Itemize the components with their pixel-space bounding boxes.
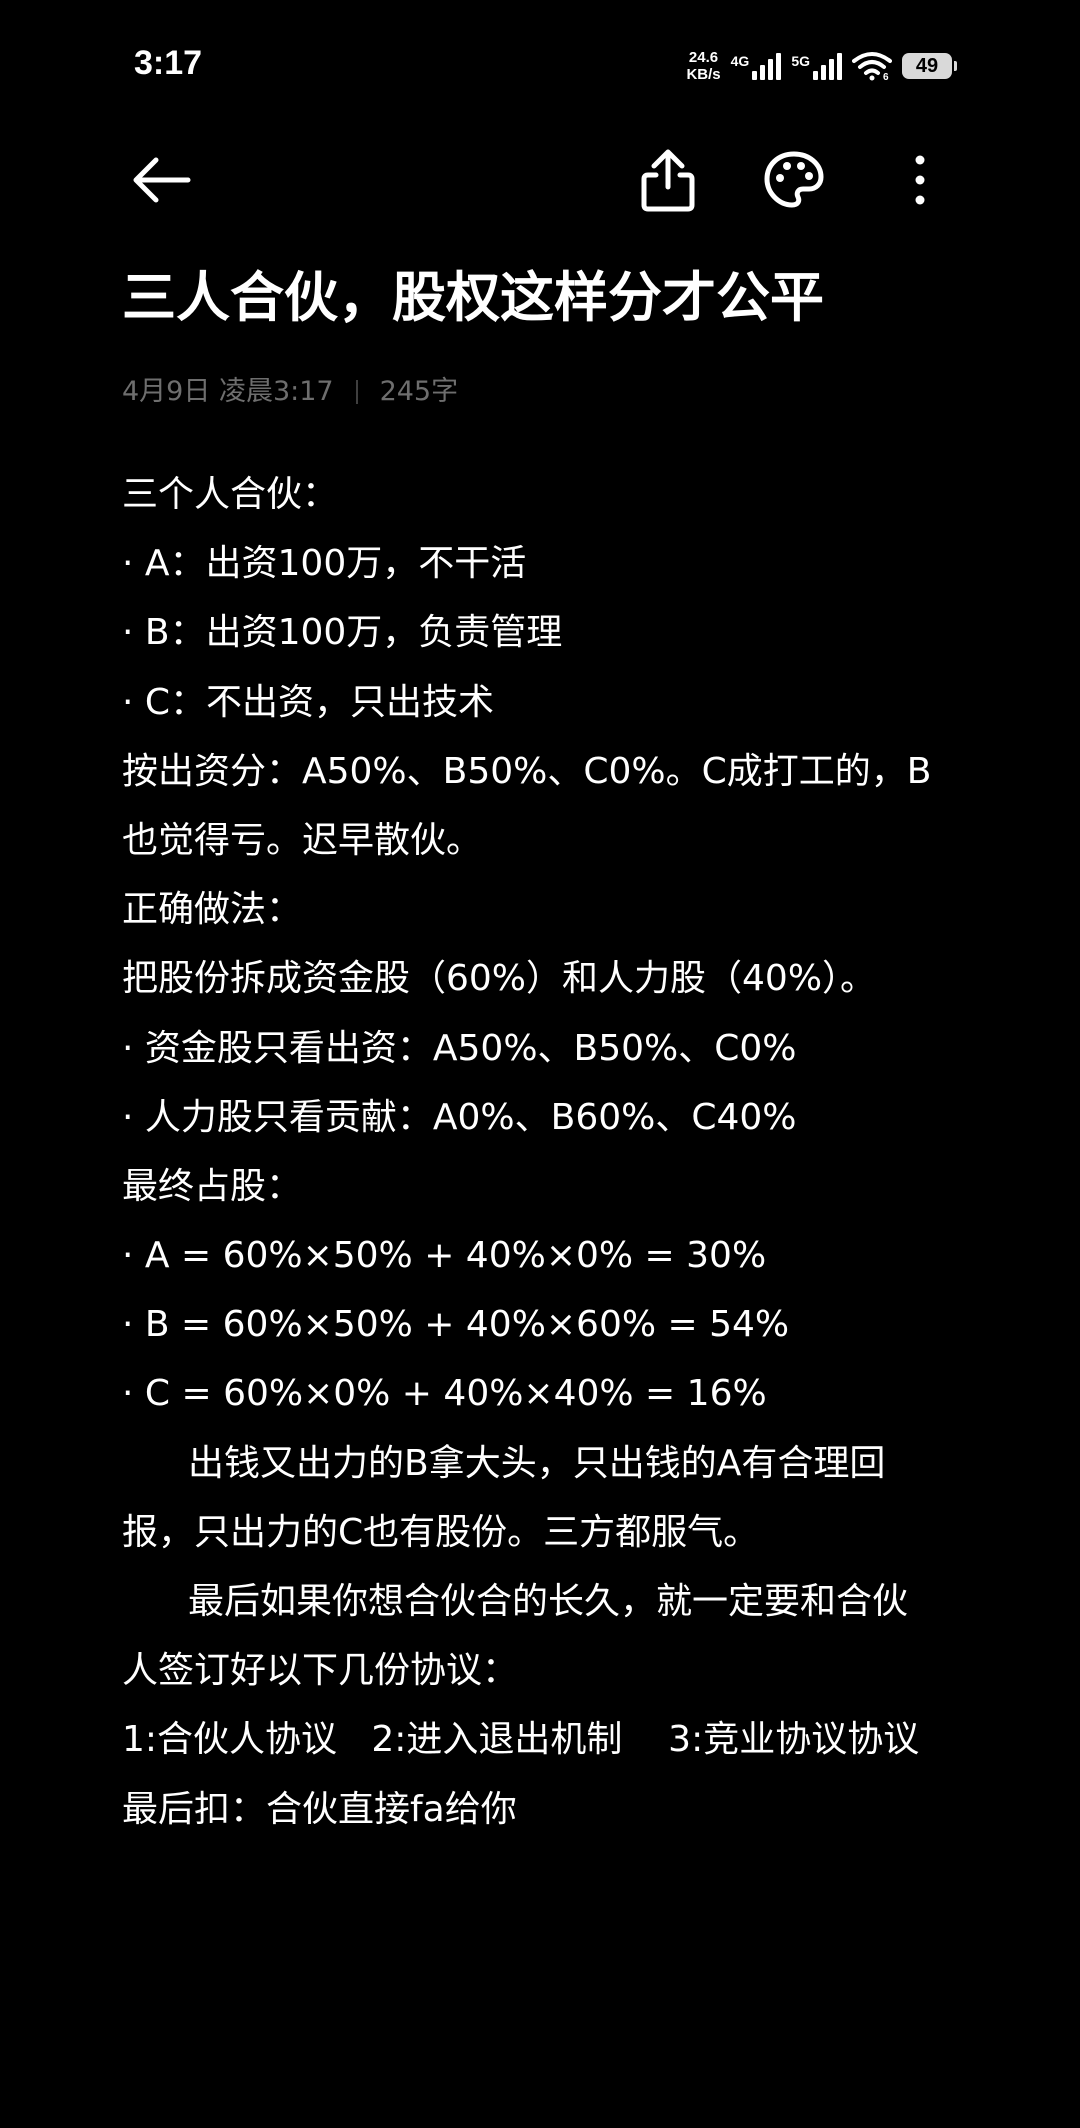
- note-line: 1:合伙人协议 2:进入退出机制 3:竞业协议协议: [122, 1719, 920, 1761]
- note-body[interactable]: 三个人合伙： · A：出资100万，不干活 · B：出资100万，负责管理 · …: [122, 460, 962, 1844]
- back-button[interactable]: [126, 144, 198, 216]
- note-line: · 人力股只看贡献：A0%、B60%、C40%: [122, 1096, 797, 1138]
- meta-divider: [355, 380, 358, 404]
- note-line: · B = 60%×50% + 40%×60% = 54%: [122, 1304, 790, 1346]
- word-count: 245字: [379, 376, 459, 407]
- note-line: 最终占股：: [122, 1165, 303, 1207]
- theme-button[interactable]: [758, 144, 830, 216]
- network-speed: 24.6 KB/s: [686, 49, 720, 83]
- note-toolbar: [0, 140, 1080, 220]
- status-bar: 3:17 24.6 KB/s 4G 5G 6 49: [0, 0, 1080, 130]
- sim2-network-label: 5G: [791, 53, 810, 69]
- note-line: 三个人合伙：: [122, 474, 339, 515]
- note-line: 人签订好以下几份协议：: [122, 1650, 519, 1692]
- note-line: 按出资分：A50%、B50%、C0%。C成打工的，B: [122, 750, 932, 792]
- note-line: · C：不出资，只出技术: [122, 681, 495, 723]
- note-line: 把股份拆成资金股（60%）和人力股（40%）。: [122, 958, 877, 1000]
- note-date: 4月9日 凌晨3:17: [122, 376, 334, 407]
- sim2-signal: 5G: [791, 51, 842, 81]
- note-line: 正确做法：: [122, 889, 303, 931]
- status-time: 3:17: [134, 44, 203, 82]
- status-indicators: 24.6 KB/s 4G 5G 6 49: [686, 46, 957, 86]
- more-options-button[interactable]: [884, 144, 956, 216]
- note-meta: 4月9日 凌晨3:17 245字: [122, 372, 458, 412]
- more-vertical-icon: [915, 155, 925, 205]
- share-icon: [641, 149, 695, 212]
- note-line: · A = 60%×50% + 40%×0% = 30%: [122, 1235, 767, 1277]
- note-line: 最后扣：合伙直接fa给你: [122, 1788, 517, 1830]
- note-title[interactable]: 三人合伙，股权这样分才公平: [122, 262, 824, 334]
- note-line: 报，只出力的C也有股份。三方都服气。: [122, 1511, 760, 1553]
- palette-icon: [764, 151, 824, 208]
- note-line: 出钱又出力的B拿大头，只出钱的A有合理回: [188, 1442, 886, 1484]
- share-button[interactable]: [632, 144, 704, 216]
- battery-indicator: 49: [902, 53, 957, 79]
- note-line: 最后如果你想合伙合的长久，就一定要和合伙: [188, 1581, 909, 1622]
- network-speed-value: 24.6: [688, 49, 719, 66]
- svg-text:6: 6: [883, 72, 889, 81]
- sim1-network-label: 4G: [730, 53, 750, 69]
- back-arrow-icon: [133, 157, 191, 203]
- network-speed-unit: KB/s: [686, 66, 721, 83]
- signal-bars-icon: [752, 53, 782, 80]
- note-line: 也觉得亏。迟早散伙。: [122, 819, 483, 861]
- signal-bars-icon: [813, 53, 842, 80]
- sim1-signal: 4G: [731, 51, 782, 81]
- note-line: · 资金股只看出资：A50%、B50%、C0%: [122, 1027, 797, 1069]
- note-line: · C = 60%×0% + 40%×40% = 16%: [122, 1373, 767, 1415]
- wifi-icon: 6: [852, 52, 892, 81]
- note-line: · A：出资100万，不干活: [122, 543, 527, 585]
- note-line: · B：出资100万，负责管理: [122, 612, 563, 654]
